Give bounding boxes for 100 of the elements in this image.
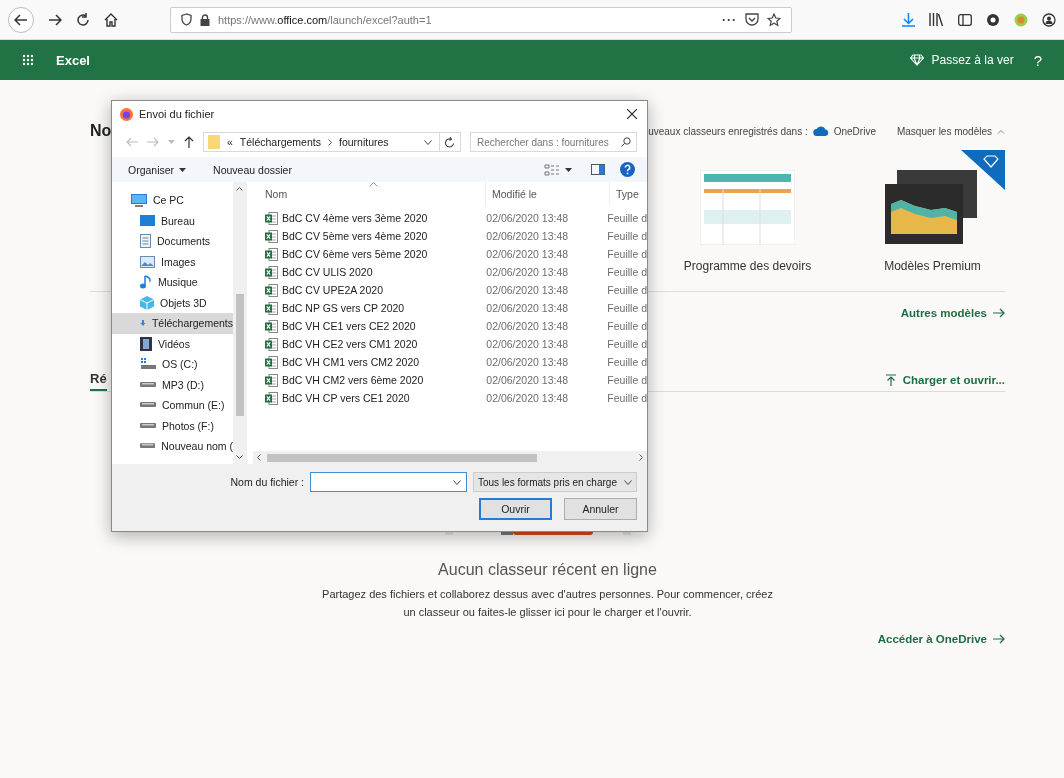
file-name[interactable]: BdC VH CM1 vers CM2 2020 xyxy=(282,356,420,368)
download-icon[interactable] xyxy=(902,12,915,27)
nav-item[interactable]: Documents xyxy=(112,231,233,252)
home-icon[interactable] xyxy=(104,12,118,27)
reload-icon[interactable] xyxy=(76,12,90,27)
scroll-right-icon[interactable] xyxy=(639,454,643,461)
scroll-up-icon[interactable] xyxy=(236,187,243,191)
nav-item[interactable]: Bureau xyxy=(112,210,233,231)
address-bar[interactable]: https://www.office.com/launch/excel?auth=1 ··· xyxy=(170,6,792,33)
file-date: 02/06/2020 13:48 xyxy=(485,338,570,350)
nav-item[interactable]: Images xyxy=(112,251,233,272)
scroll-left-icon[interactable] xyxy=(257,454,261,461)
breadcrumb-item[interactable]: Téléchargements xyxy=(239,136,321,148)
horizontal-scrollbar[interactable] xyxy=(253,451,647,464)
chevron-down-icon xyxy=(624,479,632,485)
drive-icon xyxy=(140,381,156,388)
cube-icon xyxy=(140,295,154,310)
hide-templates-link[interactable]: Masquer les modèles xyxy=(896,125,992,137)
arrow-right-icon xyxy=(993,634,1005,644)
preview-pane-icon[interactable] xyxy=(591,164,605,175)
column-header[interactable]: Nom xyxy=(253,182,486,206)
file-name-label: Nom du fichier : xyxy=(230,476,304,488)
new-folder-button[interactable]: Nouveau dossier xyxy=(213,163,292,176)
close-icon[interactable] xyxy=(627,109,637,119)
nav-item[interactable]: MP3 (D:) xyxy=(112,374,233,395)
drive-icon xyxy=(140,422,156,429)
page-actions-button[interactable]: ··· xyxy=(722,12,737,27)
file-type: Feuille d xyxy=(606,338,647,350)
column-header[interactable]: Modifié le xyxy=(486,182,610,206)
breadcrumb-item[interactable]: fournitures xyxy=(338,136,389,148)
back-button[interactable] xyxy=(8,6,34,33)
file-name[interactable]: BdC VH CE1 vers CE2 2020 xyxy=(282,320,416,332)
up-arrow-icon[interactable] xyxy=(184,136,194,148)
file-date: 02/06/2020 13:48 xyxy=(485,392,570,404)
extension-icon[interactable] xyxy=(986,12,1000,27)
upgrade-link[interactable]: Passez à la ver xyxy=(931,53,1014,67)
more-templates-link[interactable]: Autres modèles xyxy=(900,307,987,319)
breadcrumb-overflow[interactable]: « xyxy=(227,136,233,148)
nav-item[interactable]: Objets 3D xyxy=(112,292,233,313)
pocket-icon[interactable] xyxy=(745,13,759,26)
file-type: Feuille d xyxy=(606,392,647,404)
star-icon[interactable] xyxy=(767,12,781,27)
library-icon[interactable] xyxy=(929,13,944,26)
forward-icon[interactable] xyxy=(48,13,62,26)
file-name[interactable]: BdC CV 6ème vers 5ème 2020 xyxy=(282,248,428,260)
nav-item[interactable]: OS (C:) xyxy=(112,354,233,375)
help-button[interactable]: ? xyxy=(1033,51,1042,69)
search-field[interactable]: Rechercher dans : fournitures xyxy=(470,132,637,152)
scrollbar-thumb[interactable] xyxy=(235,294,244,416)
file-name[interactable]: BdC NP GS vers CP 2020 xyxy=(282,302,405,314)
file-name[interactable]: BdC VH CE2 vers CM1 2020 xyxy=(282,338,418,350)
nav-item[interactable]: Photos (F:) xyxy=(112,415,233,436)
upload-open-link[interactable]: Charger et ouvrir... xyxy=(902,374,1005,386)
organize-menu[interactable]: Organiser xyxy=(128,163,175,176)
column-header[interactable]: Type xyxy=(610,182,647,206)
caret-down-icon[interactable] xyxy=(565,167,572,172)
address-field[interactable]: « Téléchargements fournitures xyxy=(203,132,461,152)
chevron-down-icon[interactable] xyxy=(424,139,432,145)
template-card[interactable]: Modèles Premium xyxy=(860,150,1005,273)
help-icon[interactable] xyxy=(620,162,635,177)
recent-tab[interactable]: Ré xyxy=(90,371,107,391)
file-name[interactable]: BdC VH CM2 vers 6ème 2020 xyxy=(282,374,424,386)
nav-item[interactable]: Ce PC xyxy=(112,190,233,211)
system-drive-icon xyxy=(140,358,156,371)
nav-item[interactable]: Vidéos xyxy=(112,333,233,354)
sidebar-icon[interactable] xyxy=(958,13,972,26)
file-date: 02/06/2020 13:48 xyxy=(485,374,570,386)
scrollbar-thumb[interactable] xyxy=(267,453,537,462)
empty-state-title: Aucun classeur récent en ligne xyxy=(437,561,658,579)
empty-state-text: Partagez des fichiers et collaborez dessus avec d'autres personnes. Pour commencer, créez un classeur ou faites-le glisser ici pour le charger et l'ouvrir. xyxy=(321,587,774,620)
nav-item[interactable]: Nouveau nom ( xyxy=(112,436,233,457)
cancel-button[interactable]: Annuler xyxy=(564,498,637,520)
vertical-scrollbar[interactable] xyxy=(233,182,246,464)
open-button[interactable]: Ouvrir xyxy=(479,498,552,520)
file-name[interactable]: BdC CV 5ème vers 4ème 2020 xyxy=(282,230,428,242)
file-type-dropdown[interactable]: Tous les formats pris en charge xyxy=(473,472,637,492)
account-icon[interactable] xyxy=(1042,12,1056,27)
scroll-down-icon[interactable] xyxy=(236,455,243,459)
app-launcher-icon[interactable] xyxy=(22,54,34,66)
file-name[interactable]: BdC CV ULIS 2020 xyxy=(282,266,373,278)
view-options-icon[interactable] xyxy=(544,163,560,176)
nav-item[interactable]: Musique xyxy=(112,272,233,293)
search-icon[interactable] xyxy=(621,137,631,147)
file-name[interactable]: BdC CV UPE2A 2020 xyxy=(282,284,383,296)
file-type: Feuille d xyxy=(606,248,647,260)
app-title[interactable]: Excel xyxy=(56,52,90,68)
onedrive-open-link[interactable]: Accéder à OneDrive xyxy=(877,633,987,645)
file-name[interactable]: BdC CV 4ème vers 3ème 2020 xyxy=(282,212,428,224)
nav-item[interactable]: Téléchargements xyxy=(112,313,233,334)
file-name-field[interactable] xyxy=(310,472,467,492)
onedrive-link[interactable]: OneDrive xyxy=(833,125,876,137)
diamond-icon xyxy=(909,54,924,66)
spreadsheet-file-icon xyxy=(265,229,278,243)
template-card[interactable]: Programme des devoirs xyxy=(675,150,820,273)
file-name[interactable]: BdC VH CP vers CE1 2020 xyxy=(282,392,410,404)
nav-item[interactable]: Commun (E:) xyxy=(112,395,233,416)
spreadsheet-file-icon xyxy=(265,265,278,279)
chevron-down-icon[interactable] xyxy=(453,479,461,485)
sort-caret-icon xyxy=(369,182,378,187)
file-date: 02/06/2020 13:48 xyxy=(485,266,570,278)
